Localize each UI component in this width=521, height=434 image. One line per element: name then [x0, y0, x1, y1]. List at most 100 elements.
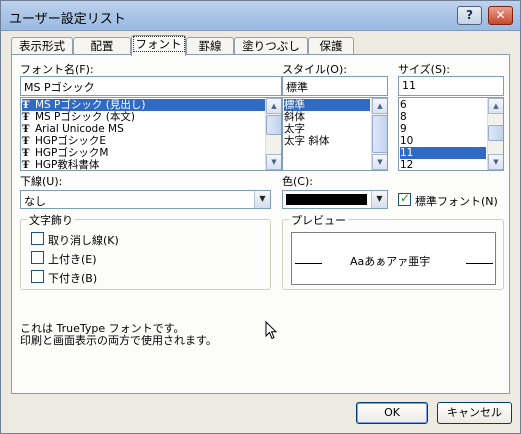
list-item[interactable]: Ŧ MS Pゴシック (見出し) — [22, 99, 265, 111]
list-item-label: 太字 斜体 — [284, 135, 330, 147]
list-item[interactable]: 太字 — [284, 123, 370, 135]
size-label: サイズ(S): — [398, 63, 450, 76]
scroll-up-icon[interactable]: ▲ — [488, 98, 503, 114]
normal-font-checkbox[interactable] — [398, 191, 411, 206]
list-item-label: 11 — [400, 147, 414, 159]
tab-label: 罫線 — [198, 39, 222, 53]
window-title: ユーザー設定リスト — [9, 12, 126, 27]
style-label: スタイル(O): — [282, 63, 347, 76]
style-value: 標準 — [286, 81, 308, 94]
size-input[interactable]: 11 — [398, 76, 504, 96]
list-item[interactable]: 斜体 — [284, 111, 370, 123]
font-name-list[interactable]: Ŧ MS Pゴシック (見出し) Ŧ MS Pゴシック (本文) Ŧ Arial Un… — [20, 97, 282, 171]
list-item[interactable]: Ŧ HGPゴシックE — [22, 135, 265, 147]
list-item-label: HGP教科書体 — [35, 159, 100, 171]
list-item[interactable]: 9 — [400, 123, 486, 135]
subscript-checkbox[interactable] — [31, 270, 44, 283]
list-item-label: 10 — [400, 135, 414, 147]
tab-label: 保護 — [319, 39, 343, 53]
underline-label: 下線(U): — [20, 175, 63, 188]
strikethrough-checkbox[interactable] — [31, 232, 44, 245]
font-name-value: MS Pゴシック — [24, 81, 95, 94]
tab-border[interactable]: 罫線 — [186, 37, 234, 55]
list-item[interactable]: Ŧ MS Pゴシック (本文) — [22, 111, 265, 123]
size-value: 11 — [402, 79, 416, 92]
list-item[interactable]: 太字 斜体 — [284, 135, 370, 147]
tab-font[interactable]: フォント — [131, 35, 186, 56]
list-item-label: 標準 — [284, 99, 305, 111]
list-item-label: 9 — [400, 123, 407, 135]
list-item[interactable]: 6 — [400, 99, 486, 111]
list-item-label: MS Pゴシック (見出し) — [35, 99, 146, 111]
color-label: 色(C): — [282, 175, 313, 188]
tab-alignment[interactable]: 配置 — [73, 37, 131, 55]
list-item-label: 6 — [400, 99, 407, 111]
list-item-label: Arial Unicode MS — [35, 123, 124, 135]
preview-baseline — [466, 263, 493, 264]
scroll-down-icon[interactable]: ▼ — [372, 154, 387, 170]
style-input[interactable]: 標準 — [282, 76, 388, 96]
title-bar[interactable]: ユーザー設定リスト ? ✕ — [1, 1, 520, 31]
subscript-label: 下付き(B) — [48, 272, 98, 285]
preview-group-title: プレビュー — [289, 212, 348, 228]
tab-fill[interactable]: 塗りつぶし — [234, 37, 308, 55]
color-select[interactable]: ▼ — [282, 190, 388, 209]
superscript-label: 上付き(E) — [48, 253, 97, 266]
ok-button[interactable]: OK — [356, 402, 428, 424]
font-name-label: フォント名(F): — [20, 63, 94, 76]
scroll-thumb[interactable] — [266, 115, 281, 135]
preview-baseline — [295, 263, 322, 264]
preview-text: Aaあぁアァ亜宇 — [350, 255, 431, 268]
list-item[interactable]: 11 — [400, 147, 486, 159]
close-button[interactable]: ✕ — [488, 6, 513, 25]
color-swatch — [286, 194, 367, 205]
scroll-up-icon[interactable]: ▲ — [372, 98, 387, 114]
list-item-label: 斜体 — [284, 111, 305, 123]
underline-select[interactable]: なし ▼ — [20, 190, 271, 209]
scroll-down-icon[interactable]: ▼ — [266, 154, 281, 170]
list-item-label: HGPゴシックM — [35, 147, 109, 159]
font-name-input[interactable]: MS Pゴシック — [20, 76, 282, 96]
font-tab-panel: フォント名(F): MS Pゴシック Ŧ MS Pゴシック (見出し) Ŧ MS P… — [11, 54, 510, 394]
list-item-label: MS Pゴシック (本文) — [35, 111, 135, 123]
dialog-window: ユーザー設定リスト ? ✕ 表示形式 配置 フォント 罫線 塗りつぶし 保護 フ… — [0, 0, 521, 434]
list-item[interactable]: Ŧ HGP教科書体 — [22, 159, 265, 171]
font-list-scrollbar[interactable]: ▲ ▼ — [265, 98, 281, 170]
list-item[interactable]: 標準 — [284, 99, 370, 111]
effects-group: 文字飾り 取り消し線(K) 上付き(E) 下付き(B) — [20, 212, 271, 290]
tab-protection[interactable]: 保護 — [308, 37, 354, 55]
style-list[interactable]: 標準 斜体 太字 太字 斜体 ▲ ▼ — [282, 97, 388, 171]
list-item[interactable]: Ŧ HGPゴシックM — [22, 147, 265, 159]
cancel-button[interactable]: キャンセル — [437, 402, 512, 424]
strikethrough-label: 取り消し線(K) — [48, 234, 119, 247]
list-item-label: 太字 — [284, 123, 305, 135]
list-item[interactable]: Ŧ Arial Unicode MS — [22, 123, 265, 135]
tab-label: フォント — [132, 36, 185, 52]
superscript-checkbox[interactable] — [31, 251, 44, 264]
normal-font-label: 標準フォント(N) — [415, 195, 498, 208]
help-button[interactable]: ? — [457, 6, 482, 25]
size-list-scrollbar[interactable]: ▲ ▼ — [487, 98, 503, 170]
scroll-up-icon[interactable]: ▲ — [266, 98, 281, 114]
list-item[interactable]: 12 — [400, 159, 486, 171]
list-item-label: HGPゴシックE — [35, 135, 106, 147]
scroll-thumb[interactable] — [372, 115, 387, 153]
list-item[interactable]: 10 — [400, 135, 486, 147]
effects-group-title: 文字飾り — [27, 212, 75, 228]
mouse-pointer-icon — [265, 321, 277, 340]
list-item[interactable]: 8 — [400, 111, 486, 123]
chevron-down-icon[interactable]: ▼ — [371, 191, 387, 208]
list-item-label: 12 — [400, 159, 414, 171]
tab-label: 塗りつぶし — [242, 39, 300, 53]
tab-label: 配置 — [90, 39, 114, 53]
tab-number-format[interactable]: 表示形式 — [11, 37, 73, 55]
list-item-label: 8 — [400, 111, 407, 123]
size-list[interactable]: 6 8 9 10 11 12 ▲ ▼ — [398, 97, 504, 171]
truetype-icon: Ŧ — [22, 160, 30, 171]
style-list-scrollbar[interactable]: ▲ ▼ — [371, 98, 387, 170]
chevron-down-icon[interactable]: ▼ — [254, 191, 270, 208]
underline-value: なし — [24, 195, 46, 208]
scroll-down-icon[interactable]: ▼ — [488, 154, 503, 170]
preview-group: プレビュー Aaあぁアァ亜宇 — [282, 212, 504, 290]
scroll-thumb[interactable] — [488, 125, 503, 141]
